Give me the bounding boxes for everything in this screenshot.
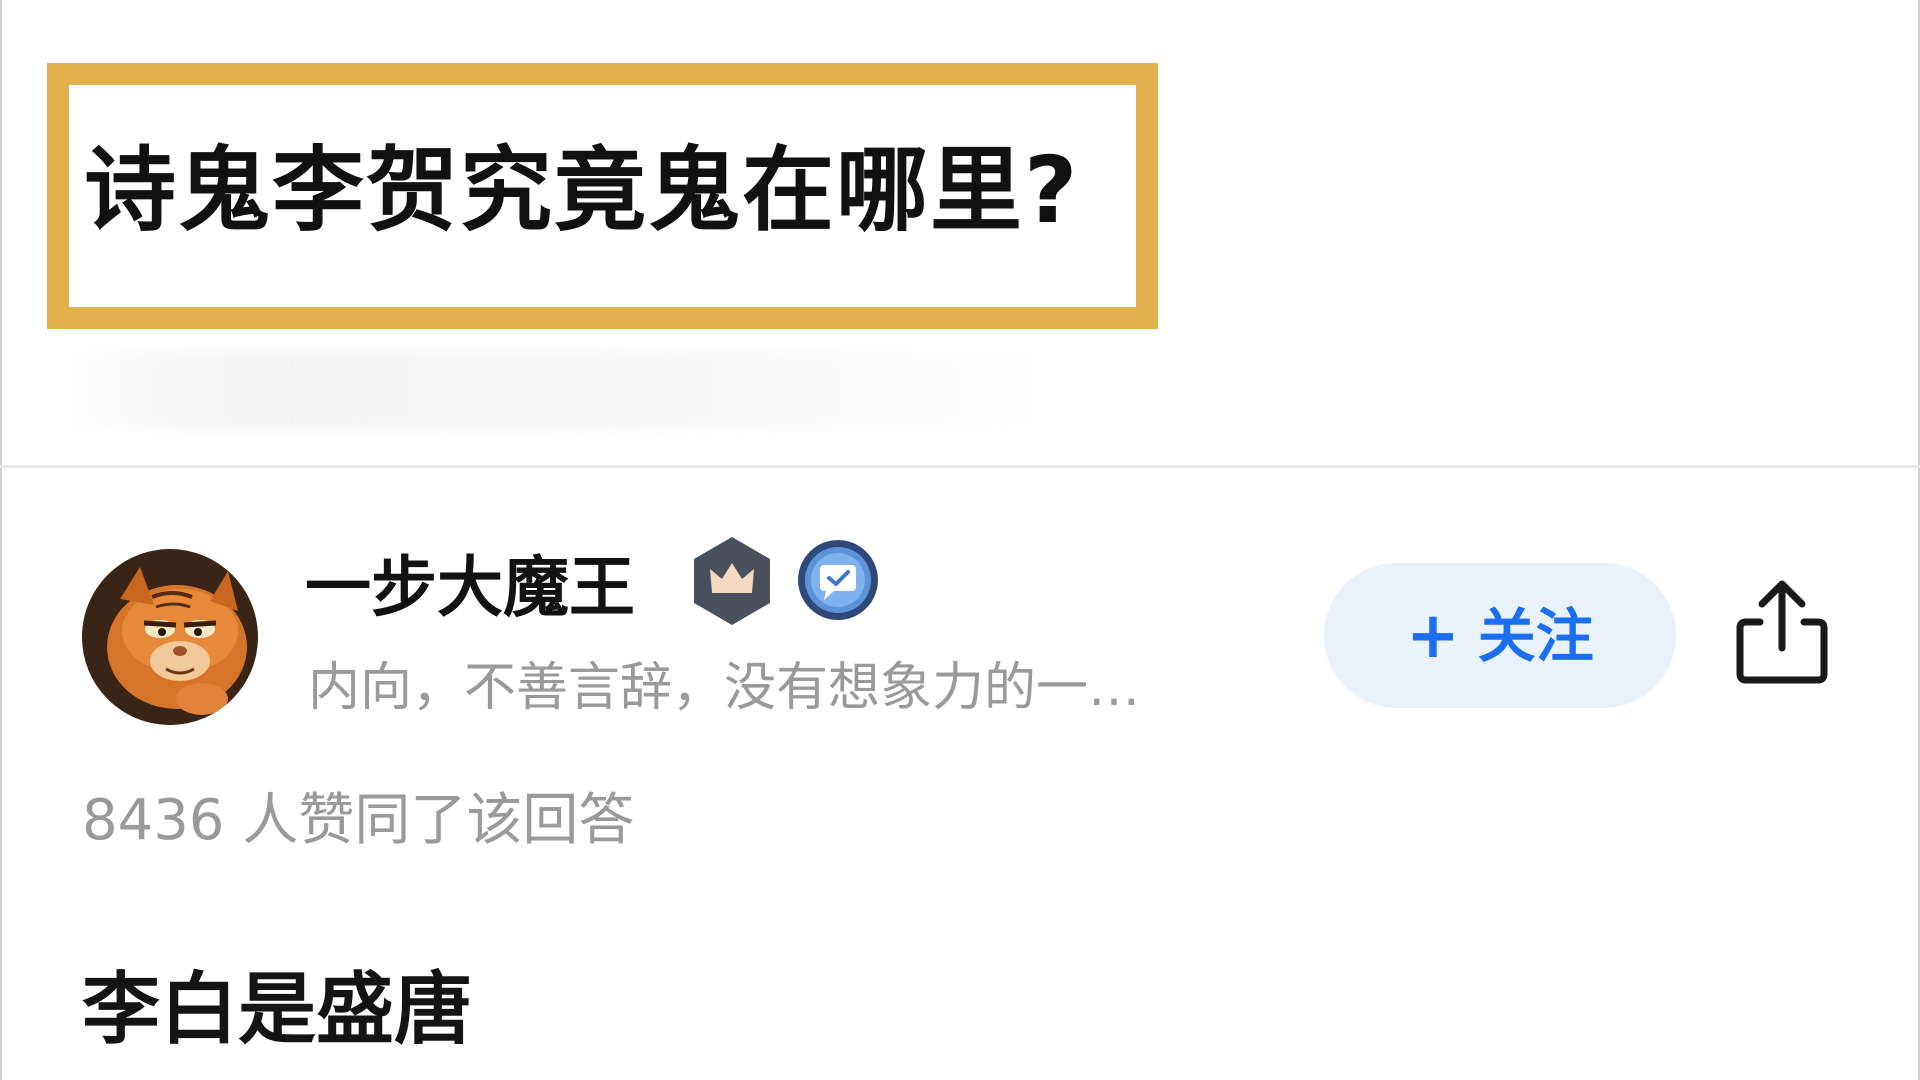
- answer-body-first-line: 李白是盛唐: [82, 965, 473, 1055]
- crown-badge-icon[interactable]: [690, 535, 774, 627]
- author-name[interactable]: 一步大魔王: [305, 551, 635, 625]
- follow-label: 关注: [1477, 601, 1594, 670]
- garfield-cat-avatar-icon: [82, 549, 258, 725]
- share-icon[interactable]: [1730, 578, 1834, 688]
- question-title[interactable]: 诗鬼李贺究竟鬼在哪里?: [84, 145, 1079, 237]
- verified-chat-badge-icon[interactable]: [796, 538, 880, 622]
- upvote-count-text: 8436 人赞同了该回答: [82, 788, 635, 853]
- section-divider: [0, 465, 1920, 468]
- author-bio: 内向，不善言辞，没有想象力的一…: [308, 658, 1141, 718]
- faded-background-strip: [40, 350, 1120, 430]
- answer-page: 诗鬼李贺究竟鬼在哪里? 一步大魔王 内向，不善言辞，没有想象力的一… + 关注 …: [0, 0, 1920, 1080]
- author-avatar[interactable]: [82, 549, 258, 725]
- left-border: [0, 0, 2, 1080]
- follow-button[interactable]: + 关注: [1324, 563, 1676, 708]
- plus-icon: +: [1406, 598, 1460, 673]
